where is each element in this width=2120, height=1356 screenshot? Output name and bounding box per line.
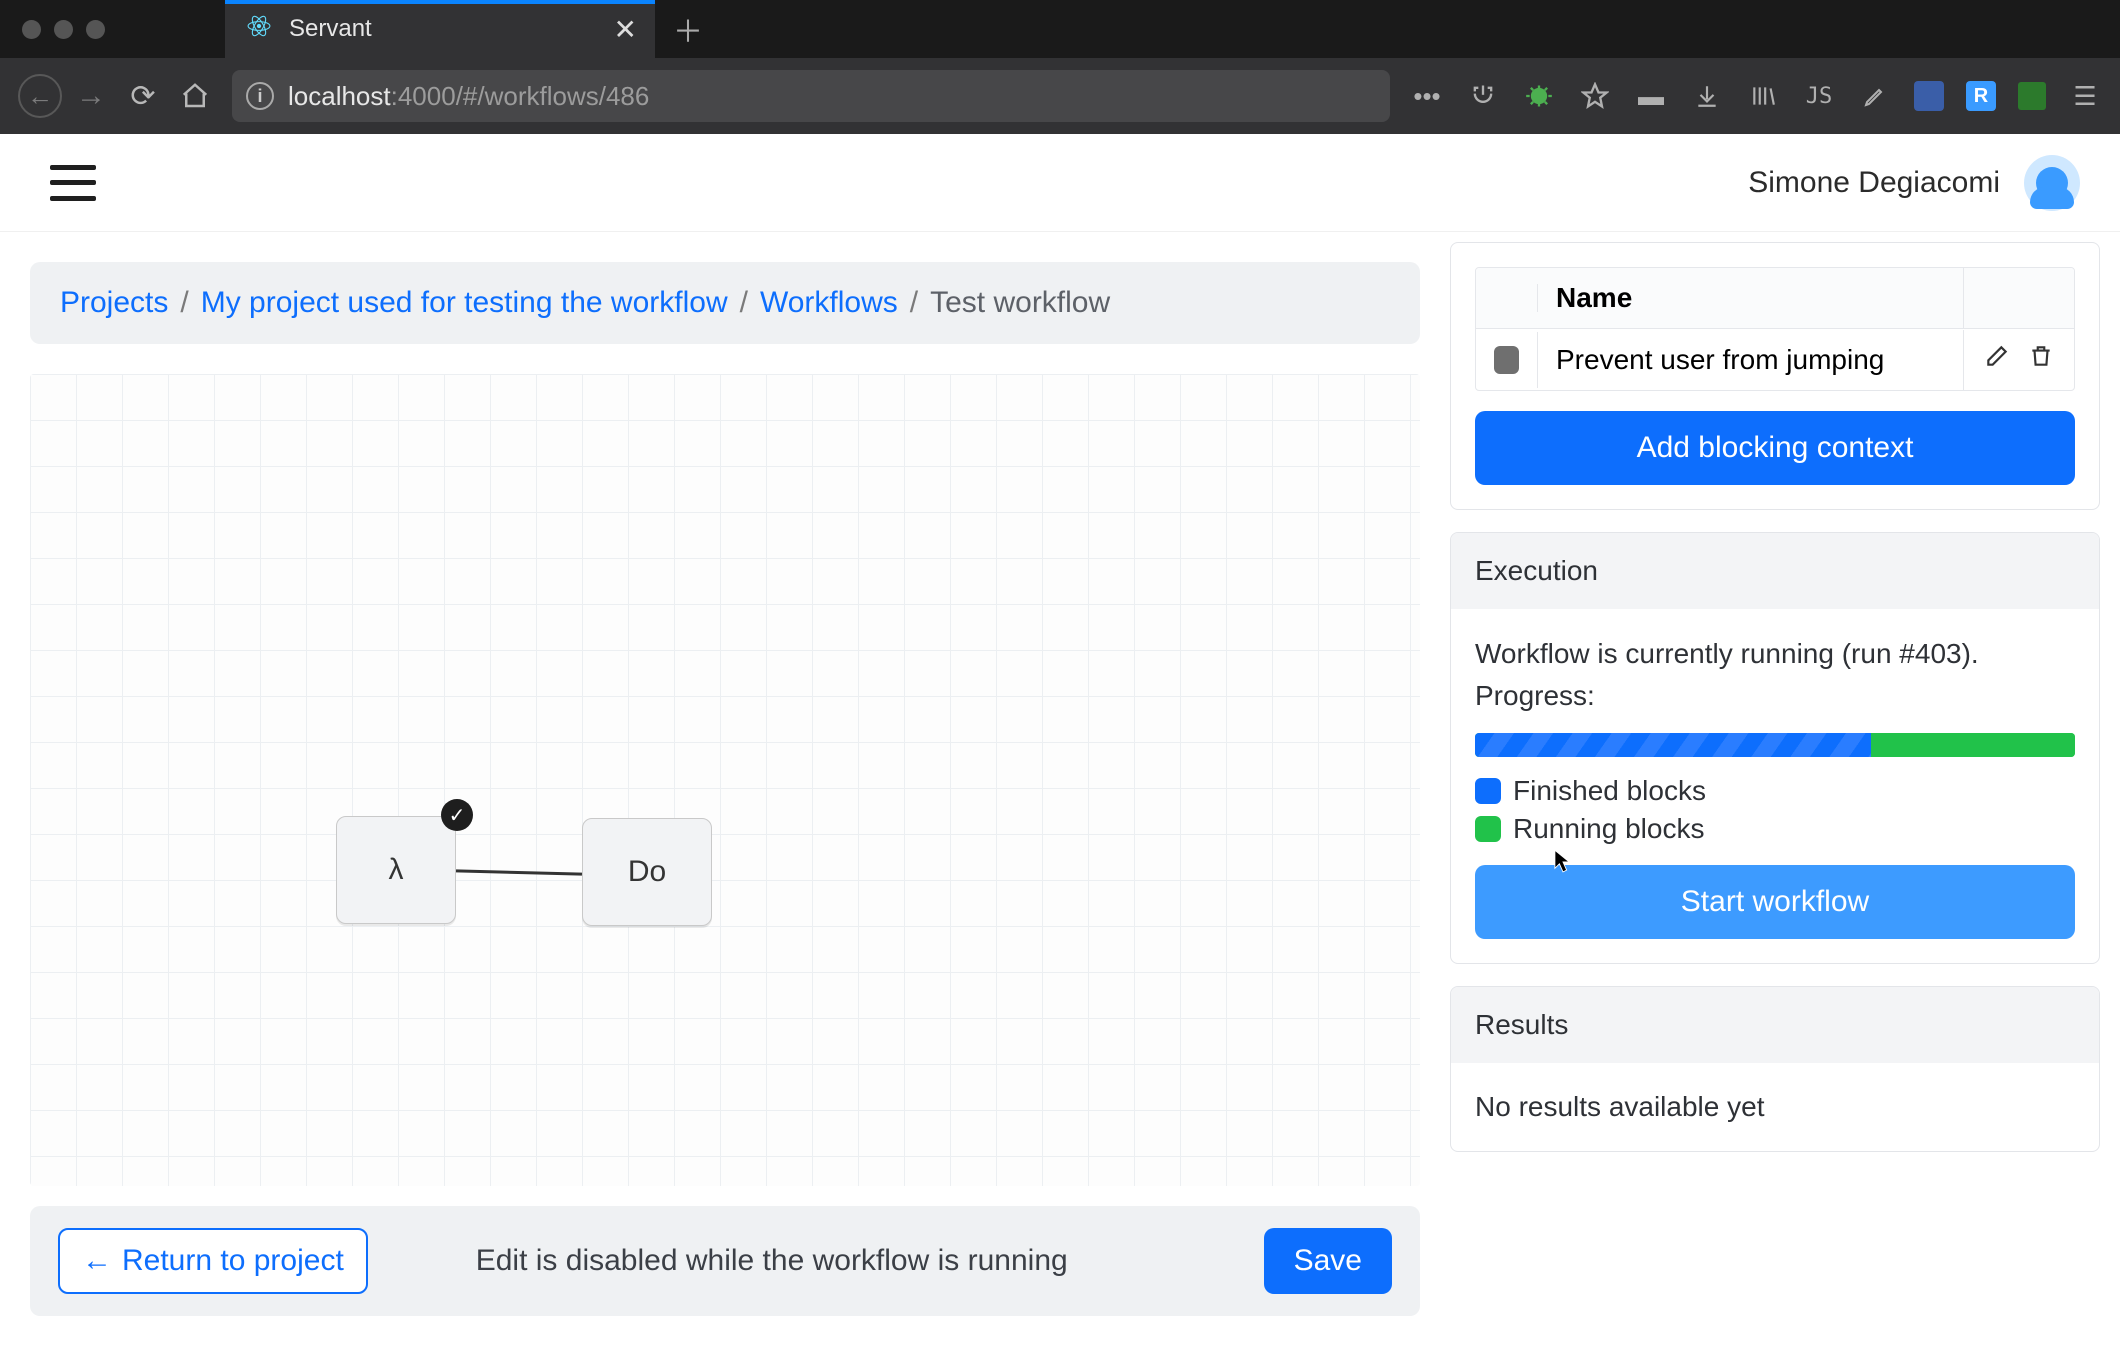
breadcrumb-item-project[interactable]: My project used for testing the workflow [201,282,728,324]
url-bar[interactable]: i localhost:4000/#/workflows/486 [232,70,1390,122]
add-blocking-context-button[interactable]: Add blocking context [1475,411,2075,485]
zoom-window-icon[interactable] [86,20,105,39]
legend-finished-label: Finished blocks [1513,775,1706,807]
nav-forward-button[interactable]: → [68,73,114,119]
nav-reload-button[interactable]: ⟳ [120,73,166,119]
arrow-left-icon: ← [82,1244,112,1278]
return-label: Return to project [122,1244,344,1278]
execution-panel: Execution Workflow is currently running … [1450,532,2100,964]
return-to-project-button[interactable]: ← Return to project [58,1228,368,1294]
extension-icon[interactable]: ▬ [1634,79,1668,113]
bug-icon[interactable] [1522,79,1556,113]
table-row: Prevent user from jumping [1476,329,2074,390]
workflow-node-do[interactable]: Do [582,818,712,926]
save-disk-icon[interactable] [2018,82,2046,110]
save-button[interactable]: Save [1264,1228,1392,1294]
workflow-edge [456,869,582,875]
blocking-contexts-panel: Name Prevent user from jumping [1450,242,2100,510]
breadcrumb: Projects / My project used for testing t… [30,262,1420,344]
node-label: Do [628,855,666,889]
url-path: :4000/#/workflows/486 [391,81,650,111]
nav-home-button[interactable] [172,73,218,119]
download-icon[interactable] [1690,79,1724,113]
page-actions-icon[interactable]: ••• [1410,79,1444,113]
app-header: Simone Degiacomi [0,134,2120,232]
app-page: Simone Degiacomi Projects / My project u… [0,134,2120,1356]
r-logo-icon[interactable]: R [1966,81,1996,111]
legend-running-label: Running blocks [1513,813,1704,845]
bottom-bar: ← Return to project Edit is disabled whi… [30,1206,1420,1316]
window-traffic-lights[interactable] [14,20,105,39]
breadcrumb-item-workflows[interactable]: Workflows [760,282,898,324]
progress-finished-segment [1475,733,1871,757]
contexts-table-head: Name [1476,268,2074,329]
tab-close-icon[interactable]: ✕ [614,13,637,46]
library-icon[interactable] [1746,79,1780,113]
user-area[interactable]: Simone Degiacomi [1748,155,2080,211]
delete-context-icon[interactable] [2028,343,2054,376]
js-icon[interactable]: JS [1802,79,1836,113]
node-check-icon: ✓ [441,799,473,831]
user-name: Simone Degiacomi [1748,166,2000,200]
edit-pencil-icon[interactable] [1858,79,1892,113]
workflow-canvas[interactable]: λ ✓ Do [30,374,1420,1186]
execution-panel-title: Execution [1451,533,2099,609]
nav-back-button[interactable]: ← [18,74,62,118]
url-host: localhost [288,81,391,111]
results-body: No results available yet [1451,1063,2099,1151]
legend-finished-swatch [1475,778,1501,804]
results-panel: Results No results available yet [1450,986,2100,1152]
context-name: Prevent user from jumping [1538,330,1964,390]
react-icon [247,14,271,45]
node-label: λ [389,853,404,887]
progress-running-segment [1871,733,2075,757]
side-column: Name Prevent user from jumping [1450,232,2120,1356]
start-workflow-button[interactable]: Start workflow [1475,865,2075,939]
contexts-name-header: Name [1538,268,1964,328]
avatar[interactable] [2024,155,2080,211]
main-column: Projects / My project used for testing t… [0,232,1450,1356]
browser-toolbar: ← → ⟳ i localhost:4000/#/workflows/486 •… [0,58,2120,134]
browser-menu-icon[interactable]: ☰ [2068,79,2102,113]
bookmark-star-icon[interactable] [1578,79,1612,113]
execution-progress-bar [1475,733,2075,757]
breadcrumb-current: Test workflow [930,282,1110,324]
execution-status: Workflow is currently running (run #403)… [1475,633,2075,717]
minimize-window-icon[interactable] [54,20,73,39]
browser-toolbar-icons: ••• ▬ JS R ☰ [1404,79,2102,113]
workflow-node-lambda[interactable]: λ ✓ [336,816,456,924]
site-info-icon[interactable]: i [246,82,274,110]
browser-chrome: Servant ✕ ＋ ← → ⟳ i localhost:4000/#/wor… [0,0,2120,134]
contexts-table: Name Prevent user from jumping [1475,267,2075,391]
hamburger-menu-icon[interactable] [50,165,96,201]
edit-context-icon[interactable] [1984,343,2010,376]
translate-icon[interactable] [1914,81,1944,111]
progress-legend: Finished blocks Running blocks [1475,775,2075,845]
context-checkbox[interactable] [1476,332,1538,388]
new-tab-button[interactable]: ＋ [655,7,721,51]
close-window-icon[interactable] [22,20,41,39]
edit-disabled-message: Edit is disabled while the workflow is r… [476,1244,1068,1278]
breadcrumb-item-projects[interactable]: Projects [60,282,168,324]
reader-view-icon[interactable] [1466,79,1500,113]
browser-tab-title: Servant [289,15,372,43]
browser-tab[interactable]: Servant ✕ [225,0,655,58]
browser-tab-strip: Servant ✕ ＋ [0,0,2120,58]
legend-running-swatch [1475,816,1501,842]
results-panel-title: Results [1451,987,2099,1063]
